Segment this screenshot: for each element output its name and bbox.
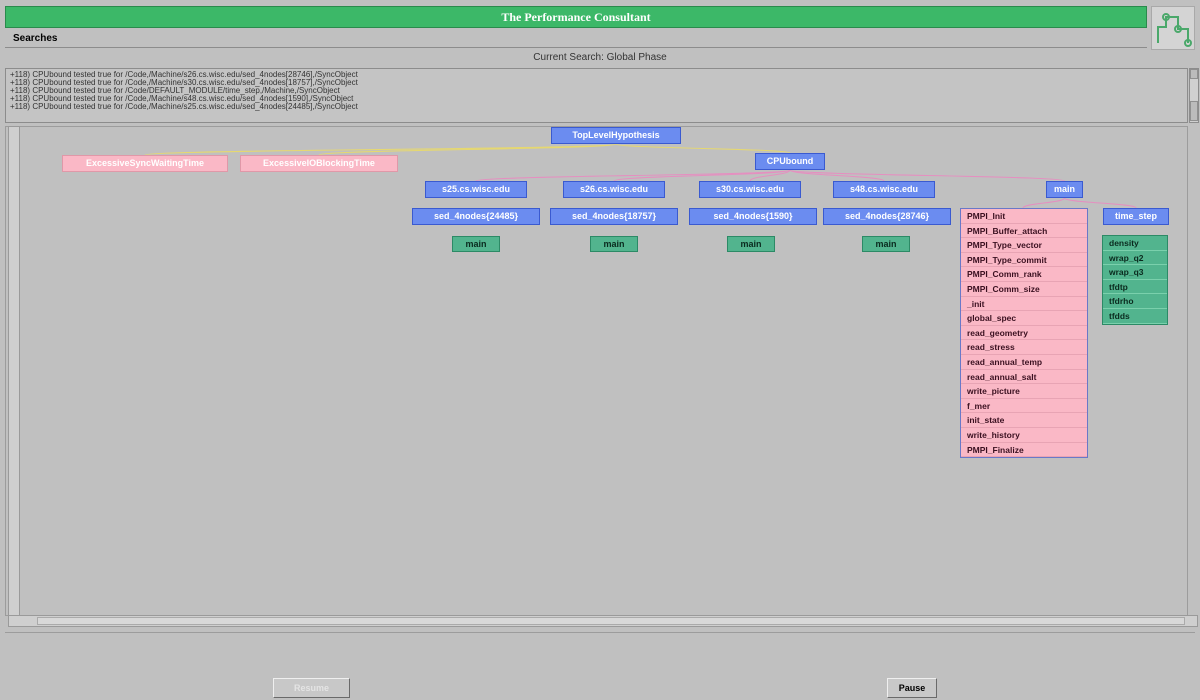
scroll-thumb[interactable]: [1190, 101, 1198, 121]
status-area: [5, 632, 1195, 672]
graph-node-item[interactable]: density: [1103, 236, 1167, 251]
node-time-step[interactable]: time_step: [1103, 208, 1169, 225]
scroll-thumb[interactable]: [37, 617, 1185, 625]
graph-node-item[interactable]: PMPI_Type_commit: [961, 253, 1087, 268]
log-line: +118) CPUbound tested true for /Code,/Ma…: [10, 102, 358, 111]
node-process[interactable]: sed_4nodes{18757}: [550, 208, 678, 225]
graph-node-item[interactable]: write_history: [961, 428, 1087, 443]
node-machine[interactable]: s25.cs.wisc.edu: [425, 181, 527, 198]
graph-node-item[interactable]: read_geometry: [961, 326, 1087, 341]
graph-node-item[interactable]: PMPI_Finalize: [961, 443, 1087, 458]
graph-node-item[interactable]: PMPI_Init: [961, 209, 1087, 224]
graph-node-item[interactable]: read_stress: [961, 340, 1087, 355]
time-step-children-list: density wrap_q2 wrap_q3 tfdtp tfdrho tfdds: [1102, 235, 1168, 325]
main-children-list: PMPI_Init PMPI_Buffer_attach PMPI_Type_vec…: [960, 208, 1088, 459]
pause-button[interactable]: Pause: [887, 678, 937, 698]
resume-button[interactable]: Resume: [273, 678, 350, 698]
node-hypothesis-pink[interactable]: ExcessiveSyncWaitingTime: [62, 155, 228, 172]
graph-node-item[interactable]: PMPI_Buffer_attach: [961, 224, 1087, 239]
graph-node-item[interactable]: PMPI_Comm_rank: [961, 267, 1087, 282]
graph-node-item[interactable]: wrap_q3: [1103, 265, 1167, 280]
graph-node-item[interactable]: global_spec: [961, 311, 1087, 326]
graph-node-item[interactable]: tfdds: [1103, 309, 1167, 324]
node-code-main[interactable]: main: [862, 236, 910, 252]
node-code-main[interactable]: main: [727, 236, 775, 252]
menu-searches[interactable]: Searches: [13, 33, 57, 44]
graph-node-item[interactable]: init_state: [961, 413, 1087, 428]
graph-node-item[interactable]: wrap_q2: [1103, 251, 1167, 266]
scroll-up-arrow-icon[interactable]: [1190, 69, 1198, 79]
node-process[interactable]: sed_4nodes{1590}: [689, 208, 817, 225]
window-title: The Performance Consultant: [5, 6, 1147, 28]
search-log[interactable]: +118) CPUbound tested true for /Code,/Ma…: [5, 68, 1188, 123]
graph-horizontal-scrollbar[interactable]: [8, 615, 1198, 627]
graph-node-item[interactable]: f_mer: [961, 399, 1087, 414]
graph-node-item[interactable]: tfdrho: [1103, 294, 1167, 309]
graph-node-item[interactable]: read_annual_salt: [961, 370, 1087, 385]
graph-node-item[interactable]: _init: [961, 297, 1087, 312]
node-hypothesis-pink[interactable]: ExcessiveIOBlockingTime: [240, 155, 398, 172]
performance-consultant-window: The Performance Consultant Searches Curr…: [0, 0, 1200, 700]
node-code-main[interactable]: main: [590, 236, 638, 252]
node-machine[interactable]: s26.cs.wisc.edu: [563, 181, 665, 198]
node-cpubound[interactable]: CPUbound: [755, 153, 825, 170]
graph-node-item[interactable]: write_picture: [961, 384, 1087, 399]
graph-node-item[interactable]: read_annual_temp: [961, 355, 1087, 370]
graph-node-item[interactable]: tfdtp: [1103, 280, 1167, 295]
log-scrollbar[interactable]: [1189, 68, 1199, 123]
node-process[interactable]: sed_4nodes{28746}: [823, 208, 951, 225]
node-process[interactable]: sed_4nodes{24485}: [412, 208, 540, 225]
graph-node-item[interactable]: PMPI_Type_vector: [961, 238, 1087, 253]
paradyn-logo-icon: [1151, 6, 1195, 50]
menu-bar: Searches: [5, 30, 1147, 48]
current-search-label: Current Search: Global Phase: [533, 52, 667, 63]
node-main[interactable]: main: [1046, 181, 1083, 198]
node-machine[interactable]: s30.cs.wisc.edu: [699, 181, 801, 198]
graph-vertical-scrollbar[interactable]: [8, 126, 20, 616]
node-machine[interactable]: s48.cs.wisc.edu: [833, 181, 935, 198]
node-code-main[interactable]: main: [452, 236, 500, 252]
node-top-level-hypothesis[interactable]: TopLevelHypothesis: [551, 127, 681, 144]
graph-node-item[interactable]: PMPI_Comm_size: [961, 282, 1087, 297]
